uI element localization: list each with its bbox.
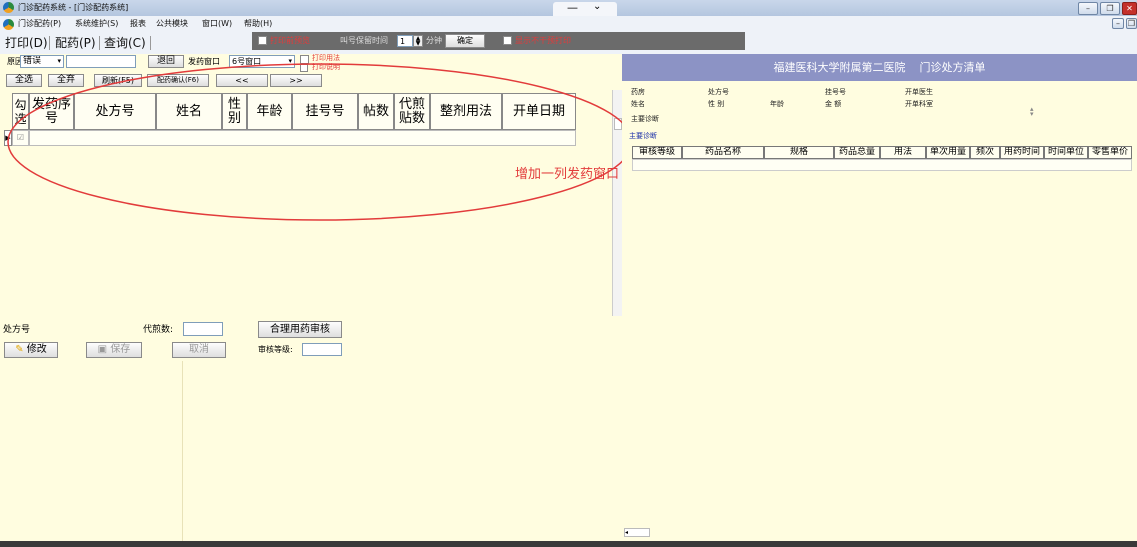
diagnosis-label: 主要诊断 (631, 115, 659, 123)
print-preview-checkbox[interactable] (258, 36, 267, 45)
detail-col-spec[interactable]: 规格 (764, 146, 834, 159)
annotation-text: 增加一列发药窗口 (515, 167, 620, 182)
tab-query[interactable]: 查询(C) (104, 34, 146, 51)
prescription-detail-panel: 福建医科大学附属第二医院 门诊处方清单 药房 处方号 挂号号 开单医生 姓名 性… (622, 54, 1137, 541)
edit-button[interactable]: ✎ 修改 (4, 342, 58, 358)
menu-window[interactable]: 窗口(W) (202, 18, 232, 29)
panel-divider (182, 361, 183, 541)
rx-no-label: 处方号 (708, 88, 729, 96)
detail-table-row[interactable] (632, 159, 1132, 171)
confirm-button[interactable]: 确定 (445, 34, 485, 48)
mdi-restore-button[interactable]: ❐ (1126, 18, 1137, 29)
sex-label: 性 别 (708, 100, 725, 108)
save-button[interactable]: ▣ 保存 (86, 342, 142, 358)
print-toolbar: 打印前预览 叫号保留时间 1 ▲ ▼ 分钟 确定 显示不干预打印 (252, 32, 745, 50)
prescription-header: 福建医科大学附属第二医院 门诊处方清单 (622, 54, 1137, 81)
detail-col-med-time[interactable]: 用药时间 (1000, 146, 1044, 159)
menu-app-icon (3, 19, 14, 30)
window-title: 门诊配药系统 - [门诊配药系统] (18, 3, 129, 12)
title-bar: 门诊配药系统 - [门诊配药系统] — ⌄ – ❐ ✕ (0, 0, 1137, 16)
annotation-ellipse (7, 63, 633, 221)
detail-col-single-dose[interactable]: 单次用量 (926, 146, 970, 159)
detail-col-frequency[interactable]: 频次 (970, 146, 1000, 159)
chevron-down-icon[interactable]: ⌄ (593, 1, 601, 12)
menu-dispense[interactable]: 门诊配药(P) (18, 18, 61, 29)
mdi-minimize-button[interactable]: – (1112, 18, 1124, 29)
doctor-label: 开单医生 (905, 88, 933, 96)
minimize-button[interactable]: – (1078, 2, 1098, 15)
annotation-ellipse-shape (7, 63, 633, 221)
detail-col-audit-level[interactable]: 审核等级 (632, 146, 682, 159)
tab-dispense[interactable]: 配药(P) (55, 34, 96, 51)
save-icon: ▣ (97, 344, 108, 355)
app-icon (3, 2, 14, 13)
menu-reports[interactable]: 报表 (130, 18, 146, 29)
hospital-name: 福建医科大学附属第二医院 (773, 61, 906, 74)
close-button[interactable]: ✕ (1122, 2, 1137, 15)
detail-col-time-unit[interactable]: 时间单位 (1044, 146, 1088, 159)
show-no-print-checkbox[interactable] (503, 36, 512, 45)
detail-col-usage[interactable]: 用法 (880, 146, 926, 159)
show-no-print-label: 显示不干预打印 (515, 36, 571, 45)
detail-col-total[interactable]: 药品总量 (834, 146, 880, 159)
pharmacy-label: 药房 (631, 88, 645, 96)
prescription-title: 门诊处方清单 (919, 61, 986, 74)
tab-print[interactable]: 打印(D) (5, 34, 48, 51)
menu-common[interactable]: 公共模块 (156, 18, 188, 29)
age-label: 年龄 (770, 100, 784, 108)
minimize-icon[interactable]: — (567, 1, 578, 14)
minutes-label: 分钟 (426, 36, 442, 45)
decoct-input[interactable] (183, 322, 223, 336)
menu-system[interactable]: 系统维护(S) (75, 18, 118, 29)
detail-hscroll[interactable]: ◂ (624, 528, 650, 537)
dept-label: 开单科室 (905, 100, 933, 108)
audit-button[interactable]: 合理用药审核 (258, 321, 342, 338)
diagnosis-label-2: 主要诊断 (629, 132, 657, 140)
audit-level-label: 审核等级: (258, 345, 293, 354)
restore-button[interactable]: ❐ (1100, 2, 1120, 15)
edit-icon: ✎ (15, 344, 24, 355)
title-tab-controls: — ⌄ (553, 1, 617, 16)
menu-help[interactable]: 帮助(H) (244, 18, 272, 29)
detail-col-drug-name[interactable]: 药品名称 (682, 146, 764, 159)
call-keep-label: 叫号保留时间 (340, 36, 388, 45)
call-keep-input[interactable]: 1 (397, 35, 413, 47)
scroll-left-icon[interactable]: ◂ (625, 529, 628, 536)
print-preview-label: 打印前预览 (270, 36, 310, 45)
reg-no-label: 挂号号 (825, 88, 846, 96)
status-bar (0, 541, 1137, 547)
name-label: 姓名 (631, 100, 645, 108)
rx-label: 处方号 (3, 325, 31, 335)
diagnosis-spinner-icon[interactable]: ▴ ▾ (1030, 106, 1034, 118)
decoct-label: 代煎数: (143, 325, 174, 335)
cancel-button[interactable]: 取消 (172, 342, 226, 358)
detail-col-retail-price[interactable]: 零售单价 (1088, 146, 1132, 159)
prescription-edit-panel: 处方号 代煎数: 合理用药审核 审核等级: ✎ 修改 ▣ 保存 取消 (0, 321, 622, 541)
menu-bar: 门诊配药(P) 系统维护(S) 报表 公共模块 窗口(W) 帮助(H) – ❐ (0, 16, 1137, 32)
call-keep-spinner[interactable]: ▲ ▼ (413, 35, 423, 47)
audit-level-input[interactable] (302, 343, 342, 356)
amount-label: 金 额 (825, 100, 842, 108)
